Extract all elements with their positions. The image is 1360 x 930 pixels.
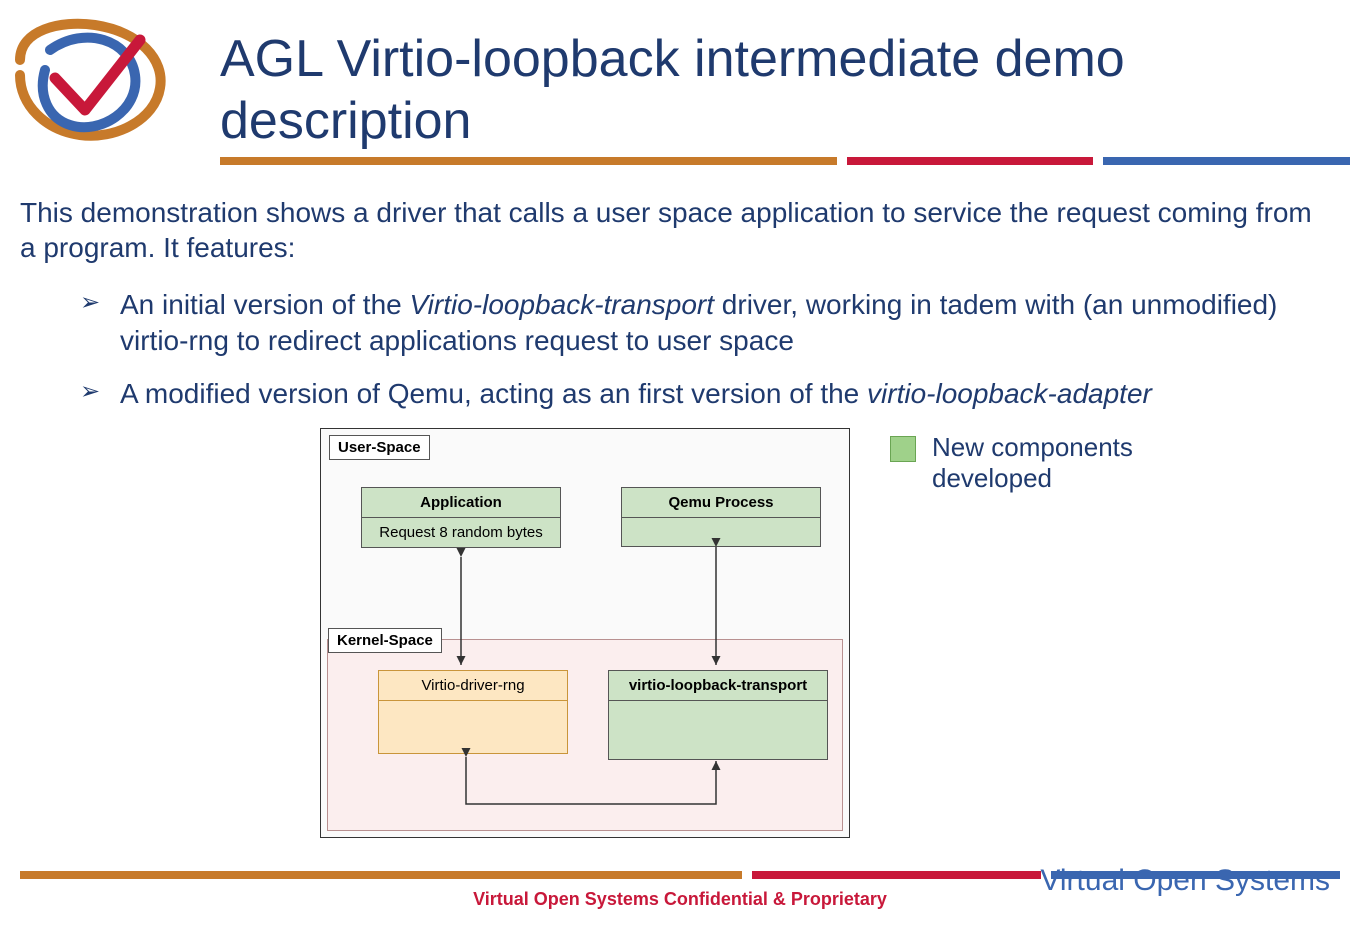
slide-title: AGL Virtio-loopback intermediate demo de… bbox=[180, 10, 1360, 153]
qemu-process-box: Qemu Process bbox=[621, 487, 821, 547]
brand-text: Virtual Open Systems bbox=[1040, 864, 1330, 898]
legend: New components developed bbox=[890, 428, 1212, 494]
legend-swatch-icon bbox=[890, 436, 916, 462]
user-space-label: User-Space bbox=[329, 435, 430, 460]
list-text: An initial version of the bbox=[120, 289, 410, 320]
box-title: virtio-loopback-transport bbox=[609, 671, 827, 701]
feature-list: An initial version of the Virtio-loopbac… bbox=[0, 265, 1360, 412]
architecture-diagram: User-Space Application Request 8 random … bbox=[320, 428, 850, 838]
kernel-space-region: Kernel-Space Virtio-driver-rng virtio-lo… bbox=[327, 639, 843, 831]
company-logo bbox=[0, 10, 180, 150]
application-box: Application Request 8 random bytes bbox=[361, 487, 561, 548]
list-text: A modified version of Qemu, acting as an… bbox=[120, 378, 867, 409]
virtio-loopback-transport-box: virtio-loopback-transport bbox=[608, 670, 828, 760]
diagram-area: User-Space Application Request 8 random … bbox=[0, 428, 1360, 838]
virtio-driver-rng-box: Virtio-driver-rng bbox=[378, 670, 568, 754]
slide-footer: Virtual Open Systems Confidential & Prop… bbox=[0, 871, 1360, 910]
intro-text: This demonstration shows a driver that c… bbox=[0, 165, 1360, 265]
list-text-em: virtio-loopback-adapter bbox=[867, 378, 1152, 409]
kernel-space-label: Kernel-Space bbox=[328, 628, 442, 653]
slide-header: AGL Virtio-loopback intermediate demo de… bbox=[0, 0, 1360, 153]
list-item: An initial version of the Virtio-loopbac… bbox=[80, 287, 1300, 360]
box-title: Application bbox=[362, 488, 560, 518]
legend-text: New components developed bbox=[932, 432, 1212, 494]
header-divider bbox=[220, 157, 1350, 165]
list-item: A modified version of Qemu, acting as an… bbox=[80, 376, 1300, 412]
box-title: Virtio-driver-rng bbox=[379, 671, 567, 701]
box-title: Qemu Process bbox=[622, 488, 820, 518]
list-text-em: Virtio-loopback-transport bbox=[410, 289, 715, 320]
box-subtitle: Request 8 random bytes bbox=[362, 518, 560, 547]
